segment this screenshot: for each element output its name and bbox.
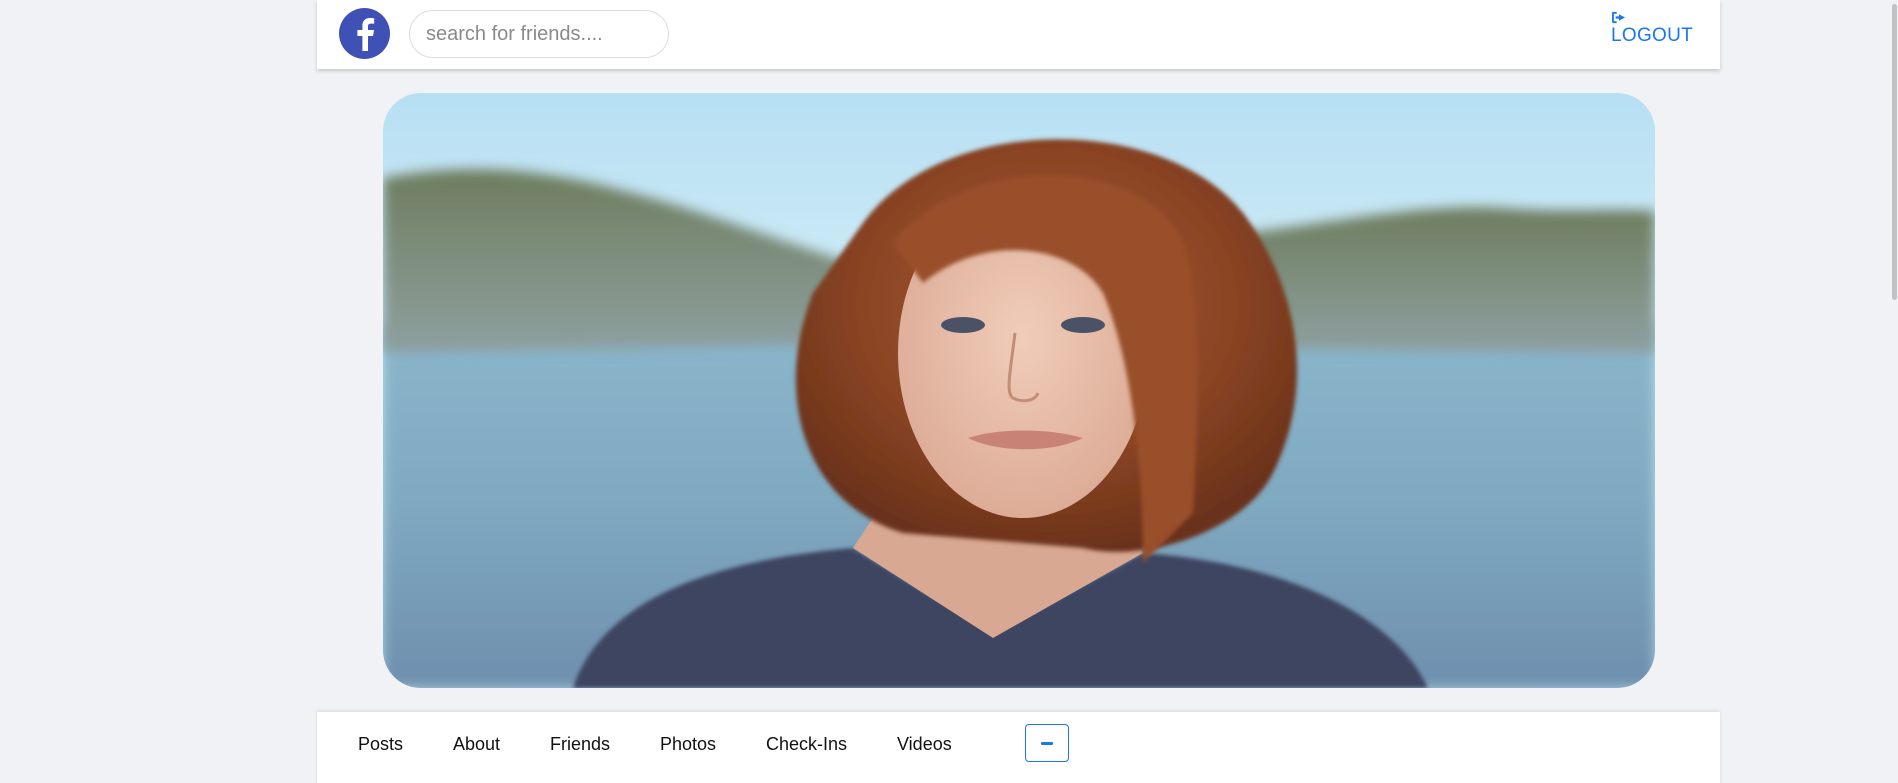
tab-videos[interactable]: Videos (897, 732, 952, 756)
tab-about[interactable]: About (453, 732, 500, 756)
page-scrollbar[interactable] (1892, 0, 1898, 783)
search-input[interactable] (409, 10, 669, 58)
facebook-logo-icon[interactable] (339, 8, 390, 59)
scrollbar-thumb[interactable] (1892, 4, 1897, 300)
cover-photo-image (383, 93, 1655, 688)
facebook-f-glyph (356, 17, 374, 51)
minus-icon (1041, 741, 1053, 745)
logout-button[interactable]: LOGOUT (1611, 11, 1693, 46)
tab-photos[interactable]: Photos (660, 732, 716, 756)
tab-posts[interactable]: Posts (358, 732, 403, 756)
tab-check-ins[interactable]: Check-Ins (766, 732, 847, 756)
logout-label: LOGOUT (1611, 25, 1694, 46)
page: LOGOUT (0, 0, 1898, 783)
sign-out-icon (1611, 11, 1693, 25)
cover-photo (383, 93, 1655, 688)
collapse-button[interactable] (1025, 724, 1069, 762)
profile-tabs-bar: Posts About Friends Photos Check-Ins Vid… (317, 712, 1720, 783)
top-header: LOGOUT (317, 0, 1720, 69)
tab-friends[interactable]: Friends (550, 732, 610, 756)
